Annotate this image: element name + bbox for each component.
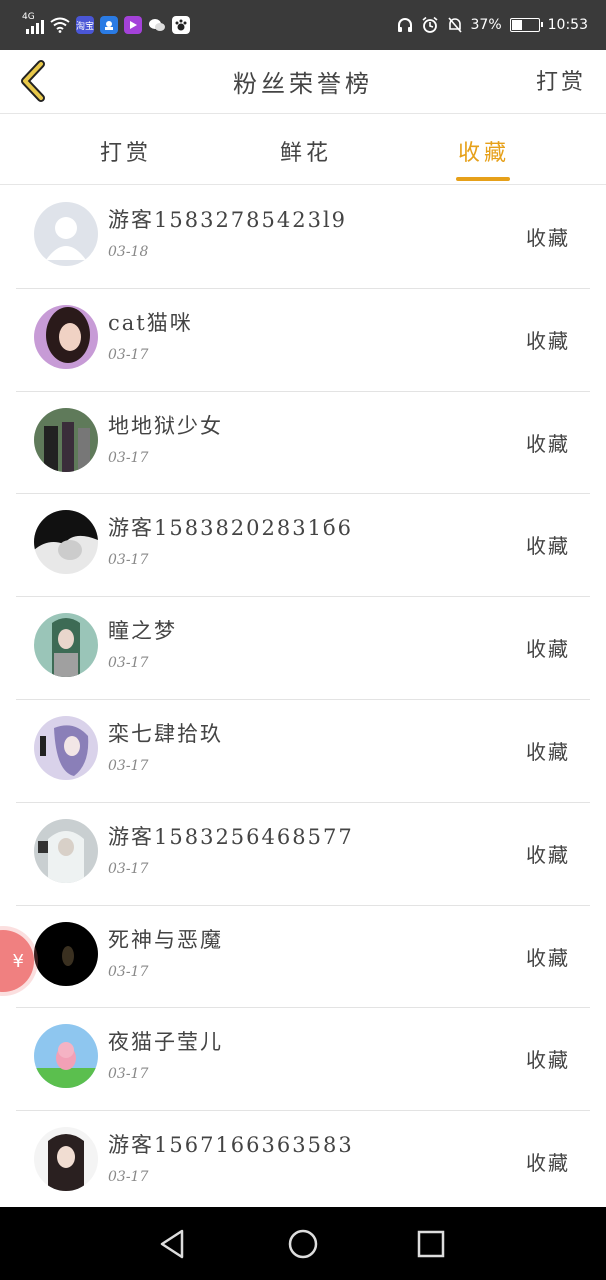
user-name: cat猫咪	[108, 310, 193, 335]
clock: 10:53	[547, 17, 588, 33]
avatar	[34, 818, 98, 883]
list-date: 03-17	[108, 655, 149, 672]
favorite-label: 收藏	[526, 637, 570, 662]
avatar	[34, 304, 98, 369]
favorite-label: 收藏	[526, 739, 570, 764]
status-right: 37% 10:53	[397, 14, 588, 36]
list-date: 03-17	[108, 860, 149, 877]
list-date: 03-17	[108, 552, 149, 569]
favorite-label: 收藏	[526, 1048, 570, 1073]
battery-percent: 37%	[470, 17, 502, 33]
user-name: 瞳之梦	[108, 619, 177, 644]
user-name: 游客15832785423l9	[108, 208, 348, 232]
fan-list: 游客15832785423l9 03-18 收藏 cat猫咪 03-17 收藏 …	[0, 186, 606, 1214]
taobao-app-icon: 淘宝	[76, 16, 94, 34]
list-item[interactable]: 游客15832785423l9 03-18 收藏	[16, 186, 590, 289]
favorite-label: 收藏	[526, 226, 570, 250]
list-item[interactable]: 栾七肆拾玖 03-17 收藏	[16, 700, 590, 803]
system-nav-bar	[0, 1207, 606, 1280]
list-item[interactable]: 游客1567166363583 03-17 收藏	[16, 1111, 590, 1214]
battery-fill	[511, 20, 522, 30]
list-item[interactable]: 瞳之梦 03-17 收藏	[16, 597, 590, 700]
favorite-label: 收藏	[526, 1151, 570, 1176]
alarm-icon	[422, 16, 438, 33]
avatar	[34, 407, 98, 472]
user-name: 游客15838202831б6	[108, 516, 353, 541]
nav-recents-icon[interactable]	[414, 1227, 448, 1261]
status-bar: 4G 淘宝 37% 10:53	[0, 0, 606, 50]
nav-home-icon[interactable]	[286, 1227, 320, 1261]
list-item[interactable]: 地地狱少女 03-17 收藏	[16, 392, 590, 495]
avatar	[34, 1024, 98, 1089]
tab-reward[interactable]: 打赏	[100, 135, 152, 167]
reward-button[interactable]: 打赏	[536, 64, 586, 96]
tab-bar: 打赏 鲜花 收藏	[0, 115, 606, 185]
favorite-label: 收藏	[526, 328, 570, 353]
status-left: 4G 淘宝	[22, 12, 190, 36]
nav-back-icon[interactable]	[156, 1227, 190, 1261]
video-app-icon	[124, 16, 142, 34]
user-name: 地地狱少女	[108, 413, 223, 438]
user-name: 游客1567166363583	[108, 1133, 354, 1158]
list-item[interactable]: 死神与恶魔 03-17 收藏	[16, 906, 590, 1009]
battery-icon	[509, 18, 543, 32]
tab-favorites[interactable]: 收藏	[458, 135, 510, 167]
user-name: 死神与恶魔	[108, 927, 223, 952]
avatar	[34, 921, 98, 986]
list-item[interactable]: 夜猫子莹儿 03-17 收藏	[16, 1008, 590, 1112]
user-name: 夜猫子莹儿	[108, 1030, 223, 1055]
wechat-icon	[148, 16, 166, 34]
favorite-label: 收藏	[526, 842, 570, 867]
app-header: 粉丝荣誉榜 打赏	[0, 50, 606, 114]
favorite-label: 收藏	[526, 945, 570, 970]
app-notification-icon	[100, 16, 118, 34]
list-date: 03-18	[108, 244, 149, 260]
avatar	[34, 613, 98, 678]
avatar	[34, 202, 98, 266]
headphones-icon	[397, 18, 412, 32]
list-item[interactable]: cat猫咪 03-17 收藏	[16, 289, 590, 392]
list-item[interactable]: 游客1583256468577 03-17 收藏	[16, 803, 590, 906]
list-date: 03-17	[108, 1169, 149, 1186]
cell-signal-icon: 4G	[22, 12, 44, 34]
list-date: 03-17	[108, 346, 149, 363]
list-date: 03-17	[108, 449, 149, 466]
paw-app-icon	[172, 16, 190, 34]
avatar	[34, 510, 98, 575]
list-item[interactable]: 游客15838202831б6 03-17 收藏	[16, 494, 590, 598]
tab-flowers[interactable]: 鲜花	[280, 135, 332, 167]
page-title: 粉丝荣誉榜	[233, 70, 373, 98]
list-date: 03-17	[108, 963, 149, 980]
user-name: 游客1583256468577	[108, 824, 354, 849]
list-date: 03-17	[108, 757, 149, 774]
coin-icon: ¥	[12, 950, 24, 972]
wifi-icon	[50, 17, 70, 33]
favorite-label: 收藏	[526, 534, 570, 559]
user-name: 栾七肆拾玖	[108, 721, 223, 746]
favorite-label: 收藏	[526, 431, 570, 456]
active-tab-indicator	[456, 177, 510, 181]
mute-bell-icon	[447, 17, 462, 33]
avatar	[34, 715, 98, 780]
list-date: 03-17	[108, 1066, 149, 1083]
avatar	[34, 1127, 98, 1192]
